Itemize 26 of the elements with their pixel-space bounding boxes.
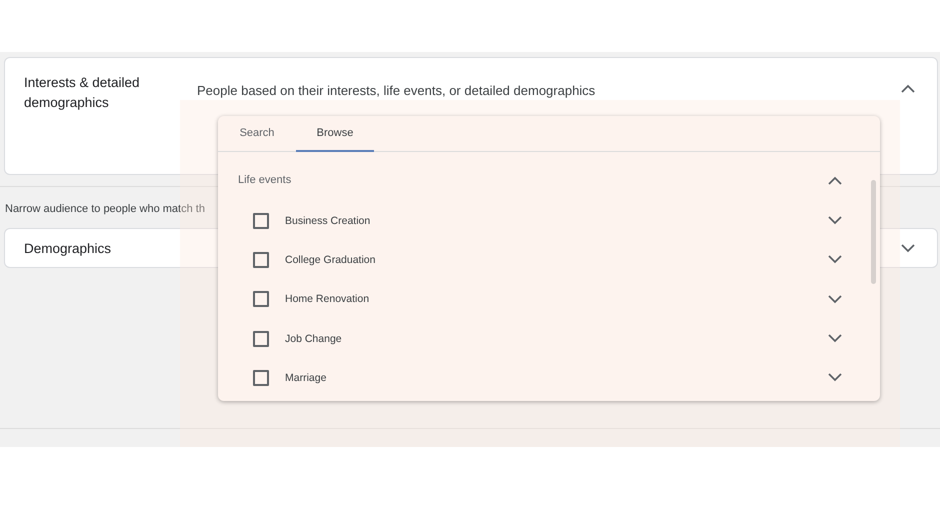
collapse-icon[interactable] <box>828 176 842 184</box>
collapse-icon[interactable] <box>901 84 915 93</box>
expand-icon[interactable] <box>828 373 842 382</box>
hint-text: Narrow audience to people who match th <box>5 203 205 215</box>
option-label[interactable]: College Graduation <box>285 254 828 266</box>
option-label[interactable]: Marriage <box>285 372 828 384</box>
section-title: Interests & detailed demographics <box>23 74 141 112</box>
option-label[interactable]: Home Renovation <box>285 293 828 306</box>
expand-icon[interactable] <box>828 334 842 344</box>
option-label[interactable]: Job Change <box>285 332 828 345</box>
expand-icon[interactable] <box>828 294 842 304</box>
expand-icon[interactable] <box>828 255 842 264</box>
checkbox[interactable] <box>253 370 269 386</box>
section-description: People based on their interests, life events, or detailed demographics <box>197 83 596 98</box>
scrollbar-thumb[interactable] <box>871 180 876 284</box>
expand-icon[interactable] <box>901 244 915 252</box>
checkbox[interactable] <box>253 252 269 268</box>
option-label[interactable]: Business Creation <box>285 214 828 227</box>
tab[interactable]: Search <box>218 116 296 152</box>
section-title: Demographics <box>24 240 112 256</box>
group-header[interactable]: Life events <box>238 174 828 186</box>
tab[interactable]: Browse <box>296 116 374 152</box>
checkbox[interactable] <box>253 212 269 229</box>
checkbox[interactable] <box>253 330 269 347</box>
expand-icon[interactable] <box>828 216 842 226</box>
checkbox[interactable] <box>253 291 269 308</box>
